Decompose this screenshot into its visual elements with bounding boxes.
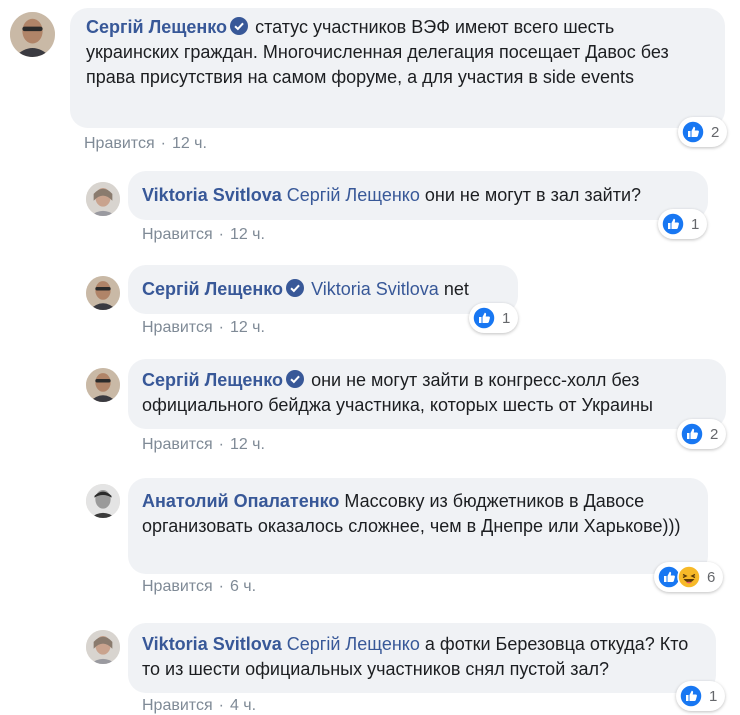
reactions-summary[interactable]: 2 bbox=[677, 419, 727, 449]
mention-link[interactable]: Сергій Лещенко bbox=[287, 185, 420, 205]
reaction-count: 1 bbox=[691, 215, 700, 233]
comment-timestamp[interactable]: 12 ч. bbox=[230, 436, 265, 453]
avatar[interactable] bbox=[10, 12, 55, 57]
like-reaction-icon bbox=[681, 120, 705, 144]
verified-badge-icon bbox=[286, 370, 305, 388]
reactions-summary[interactable]: 1 bbox=[676, 681, 726, 711]
like-button[interactable]: Нравится bbox=[84, 135, 155, 152]
avatar-opalatenko-icon bbox=[86, 484, 120, 518]
avatar-svitlova-icon bbox=[86, 182, 120, 216]
comment-timestamp[interactable]: 12 ч. bbox=[230, 226, 265, 243]
like-reaction-icon bbox=[661, 212, 685, 236]
comment-author[interactable]: Анатолий Опалатенко bbox=[142, 491, 339, 511]
comment-author[interactable]: Сергій Лещенко bbox=[142, 370, 283, 390]
comment-timestamp[interactable]: 12 ч. bbox=[172, 135, 207, 152]
separator: · bbox=[218, 578, 224, 595]
comment-timestamp[interactable]: 12 ч. bbox=[230, 319, 265, 336]
comment-timestamp[interactable]: 4 ч. bbox=[230, 697, 256, 714]
avatar[interactable] bbox=[86, 630, 120, 664]
like-button[interactable]: Нравится bbox=[142, 578, 213, 595]
avatar[interactable] bbox=[86, 276, 120, 310]
comment-author[interactable]: Viktoria Svitlova bbox=[142, 634, 282, 654]
like-button[interactable]: Нравится bbox=[142, 697, 213, 714]
like-reaction-icon bbox=[679, 684, 703, 708]
avatar-leshchenko-icon bbox=[86, 368, 120, 402]
verified-badge-icon bbox=[230, 17, 249, 35]
like-reaction-icon bbox=[680, 422, 704, 446]
comment-author[interactable]: Сергій Лещенко bbox=[86, 17, 227, 37]
reaction-count: 2 bbox=[711, 123, 720, 141]
separator: · bbox=[218, 319, 224, 336]
avatar-leshchenko-icon bbox=[10, 12, 55, 57]
avatar-svitlova-icon bbox=[86, 630, 120, 664]
verified-badge-icon bbox=[286, 279, 305, 297]
separator: · bbox=[160, 135, 166, 152]
reaction-count: 2 bbox=[710, 425, 719, 443]
separator: · bbox=[218, 226, 224, 243]
avatar[interactable] bbox=[86, 182, 120, 216]
reactions-summary[interactable]: 2 bbox=[678, 117, 728, 147]
like-button[interactable]: Нравится bbox=[142, 436, 213, 453]
comment-text: net bbox=[443, 279, 469, 299]
like-reaction-icon bbox=[472, 306, 496, 330]
mention-link[interactable]: Viktoria Svitlova bbox=[311, 279, 439, 299]
comment-timestamp[interactable]: 6 ч. bbox=[230, 578, 256, 595]
like-button[interactable]: Нравится bbox=[142, 319, 213, 336]
reactions-summary[interactable]: 1 bbox=[469, 303, 519, 333]
avatar[interactable] bbox=[86, 484, 120, 518]
reaction-count: 1 bbox=[709, 687, 718, 705]
comment-author[interactable]: Сергій Лещенко bbox=[142, 279, 283, 299]
comment-text: они не могут в зал зайти? bbox=[424, 185, 642, 205]
avatar[interactable] bbox=[86, 368, 120, 402]
separator: · bbox=[218, 697, 224, 714]
reactions-summary[interactable]: 1 bbox=[658, 209, 708, 239]
reactions-summary[interactable]: 6 bbox=[654, 562, 724, 592]
avatar-leshchenko-icon bbox=[86, 276, 120, 310]
haha-reaction-icon bbox=[677, 565, 701, 589]
reaction-count: 1 bbox=[502, 309, 511, 327]
separator: · bbox=[218, 436, 224, 453]
comment-author[interactable]: Viktoria Svitlova bbox=[142, 185, 282, 205]
mention-link[interactable]: Сергій Лещенко bbox=[287, 634, 420, 654]
reaction-count: 6 bbox=[707, 568, 716, 586]
like-button[interactable]: Нравится bbox=[142, 226, 213, 243]
